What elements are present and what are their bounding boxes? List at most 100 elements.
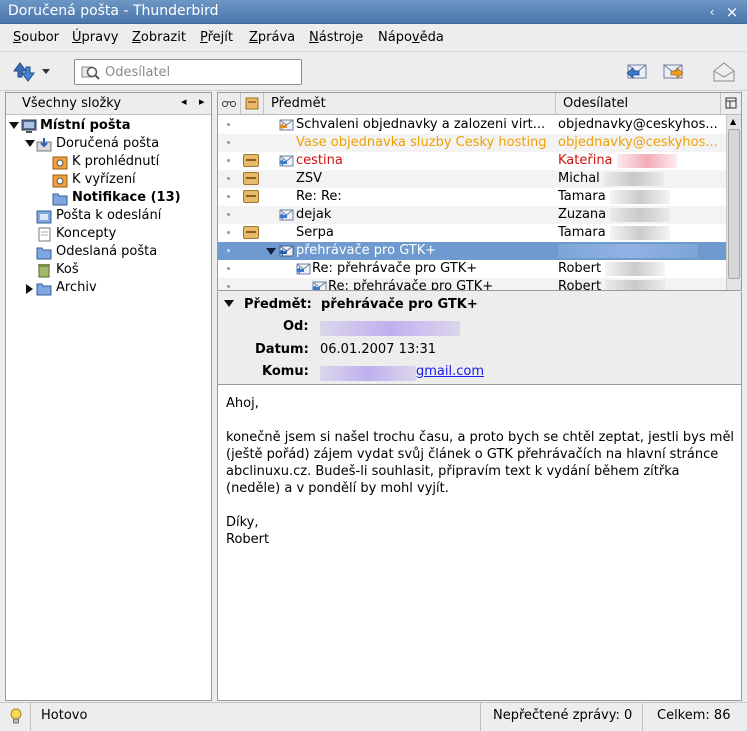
message-row[interactable]: ZSV Michal: [218, 170, 726, 188]
column-thread[interactable]: [218, 93, 241, 114]
message-row[interactable]: Vase objednavka sluzby Cesky hosting obj…: [218, 134, 726, 152]
read-dot-icon[interactable]: [227, 123, 230, 126]
redacted-block: [605, 261, 666, 276]
read-dot-icon[interactable]: [227, 177, 230, 180]
prev-view-icon[interactable]: ◂: [181, 95, 187, 108]
read-dot-icon[interactable]: [227, 267, 230, 270]
message-row[interactable]: dejak Zuzana: [218, 206, 726, 224]
message-list-scrollbar[interactable]: ▲: [726, 115, 741, 290]
title-bar: Doručená pošta - Thunderbird ‹ ×: [0, 0, 747, 24]
menu-soubor[interactable]: Soubor: [13, 30, 59, 45]
total-count-cell: Celkem: 86: [642, 703, 747, 731]
collapse-twisty-icon[interactable]: [26, 284, 33, 294]
read-dot-icon[interactable]: [227, 159, 230, 162]
thread-twisty-icon[interactable]: [266, 248, 276, 255]
unread-count: Nepřečtené zprávy: 0: [493, 708, 633, 723]
next-view-icon[interactable]: ▸: [199, 95, 205, 108]
read-dot-icon[interactable]: [227, 195, 230, 198]
column-sender[interactable]: Odesílatel: [556, 93, 721, 114]
message-subject: Vase objednavka sluzby Cesky hosting: [296, 135, 547, 150]
redacted-block: [609, 225, 670, 240]
column-header: Předmět Odesílatel: [218, 93, 741, 115]
menu-nastroje[interactable]: Nástroje: [309, 30, 363, 45]
message-row[interactable]: Schvaleni objednavky a zalozeni virt... …: [218, 116, 726, 134]
message-subject: cestina: [296, 153, 343, 168]
folder-item-k-vyrizeni[interactable]: K vyřízení: [6, 172, 211, 190]
scroll-up-icon[interactable]: ▲: [730, 117, 736, 126]
folder-item-drafts[interactable]: Koncepty: [6, 226, 211, 244]
reply-icon[interactable]: [624, 59, 650, 85]
expand-twisty-icon[interactable]: [25, 140, 35, 147]
message-body: Ahoj, konečně jsem si našel trochu času,…: [217, 385, 742, 701]
search-input[interactable]: Odesílatel: [74, 59, 302, 85]
message-row[interactable]: Re: přehrávače pro GTK+ Robert: [218, 278, 726, 290]
message-sender: Robert: [558, 261, 726, 276]
read-dot-icon[interactable]: [227, 213, 230, 216]
folder-item-outbox[interactable]: Pošta k odeslání: [6, 208, 211, 226]
from-value-redacted[interactable]: [320, 321, 460, 336]
read-dot-icon[interactable]: [227, 231, 230, 234]
sender-name: Tamara: [558, 225, 606, 240]
reply-icon: [312, 281, 327, 290]
redacted-block: [609, 189, 670, 204]
sender-name: Tamara: [558, 189, 606, 204]
forward-icon[interactable]: [660, 59, 686, 85]
column-picker[interactable]: [721, 93, 741, 114]
close-button[interactable]: ×: [724, 4, 740, 20]
message-row[interactable]: Serpa Tamara: [218, 224, 726, 242]
menu-upravy[interactable]: Úpravy: [72, 30, 118, 45]
scrollbar-thumb[interactable]: [728, 129, 740, 279]
folder-item-sent[interactable]: Odeslaná pošta: [6, 244, 211, 262]
message-subject: Schvaleni objednavky a zalozeni virt...: [296, 117, 546, 132]
read-dot-icon[interactable]: [227, 249, 230, 252]
pane-splitter[interactable]: [212, 92, 216, 701]
folder-item-notifikace[interactable]: Notifikace (13): [6, 190, 211, 208]
folder-label: Notifikace (13): [72, 190, 181, 205]
chevron-down-icon[interactable]: [42, 69, 50, 75]
subject-value: přehrávače pro GTK+: [321, 297, 478, 312]
menu-napoveda[interactable]: Nápověda: [378, 30, 444, 45]
message-sender: Kateřina: [558, 153, 726, 168]
label-icon: [245, 97, 259, 110]
message-row[interactable]: Re: Re: Tamara: [218, 188, 726, 206]
folder-item-local[interactable]: Místní pošta: [6, 118, 211, 136]
message-row-selected[interactable]: přehrávače pro GTK+: [218, 242, 726, 260]
read-dot-icon[interactable]: [227, 141, 230, 144]
message-sender: objednavky@ceskyhos...: [558, 117, 718, 132]
reply-icon: [279, 245, 294, 257]
folder-item-trash[interactable]: Koš: [6, 262, 211, 280]
message-row[interactable]: cestina Kateřina: [218, 152, 726, 170]
menu-zobrazit[interactable]: Zobrazit: [132, 30, 186, 45]
folder-item-archive[interactable]: Archiv: [6, 280, 211, 298]
folder-pane-header[interactable]: Všechny složky ◂ ▸: [6, 93, 211, 115]
sender-name: Zuzana: [558, 207, 607, 222]
column-subject[interactable]: Předmět: [264, 93, 556, 114]
mark-read-icon[interactable]: [711, 59, 737, 85]
menu-zprava[interactable]: Zpráva: [249, 30, 295, 45]
column-subject-label: Předmět: [271, 96, 326, 111]
read-dot-icon[interactable]: [227, 285, 230, 288]
column-picker-icon: [725, 97, 737, 109]
message-sender: Zuzana: [558, 207, 726, 222]
get-mail-icon[interactable]: [10, 59, 36, 85]
folder-item-inbox[interactable]: Doručená pošta: [6, 136, 211, 154]
toolbar: Odesílatel: [0, 53, 747, 91]
message-sender: [558, 243, 726, 258]
message-row[interactable]: Re: přehrávače pro GTK+ Robert: [218, 260, 726, 278]
menu-prejit[interactable]: Přejít: [200, 30, 233, 45]
folder-label: Odeslaná pošta: [56, 244, 158, 259]
body-paragraph: konečně jsem si našel trochu času, a pro…: [226, 430, 735, 496]
sender-name: Michal: [558, 171, 600, 186]
to-email-link[interactable]: gmail.com: [416, 364, 484, 379]
to-value-redacted[interactable]: [320, 366, 416, 381]
expand-twisty-icon[interactable]: [9, 122, 19, 129]
redacted-block: [603, 171, 664, 186]
inbox-icon: [36, 138, 52, 152]
folder-pane: Všechny složky ◂ ▸ Místní pošta Doručená…: [5, 92, 212, 701]
folder-item-k-prohlednuti[interactable]: K prohlédnutí: [6, 154, 211, 172]
restore-button[interactable]: ‹: [704, 4, 720, 20]
label-icon: [243, 190, 259, 203]
search-icon[interactable]: [81, 64, 101, 82]
column-label[interactable]: [241, 93, 264, 114]
collapse-header-icon[interactable]: [224, 300, 234, 307]
